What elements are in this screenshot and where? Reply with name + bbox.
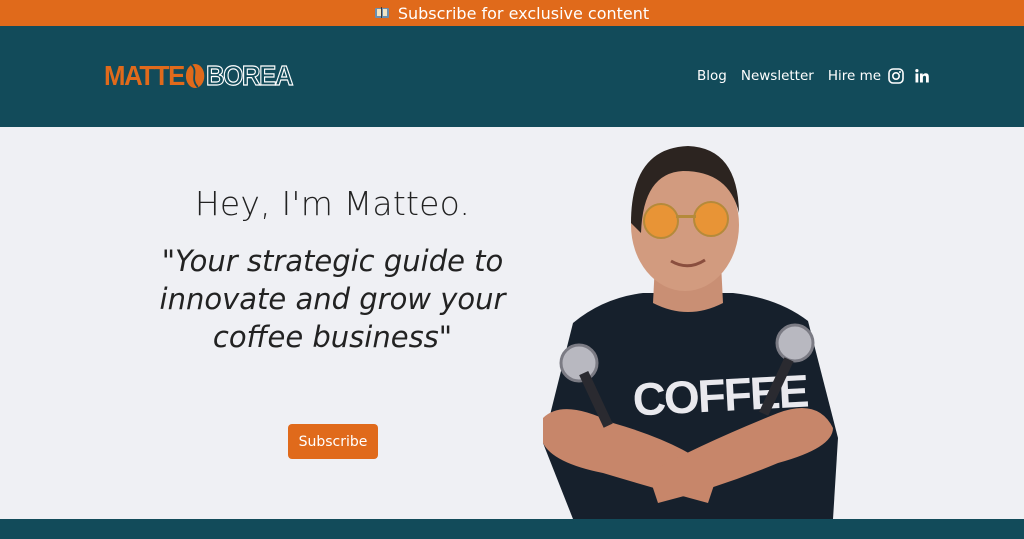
hero-text: Hey, I'm Matteo. "Your strategic guide t… [150, 180, 515, 356]
announcement-text: Subscribe for exclusive content [397, 3, 650, 23]
instagram-icon[interactable] [888, 68, 904, 84]
announcement-bar[interactable]: Subscribe for exclusive content [0, 0, 1024, 26]
hero-quote: "Your strategic guide to innovate and gr… [159, 244, 506, 354]
book-emoji-icon [374, 6, 389, 20]
nav-newsletter[interactable]: Newsletter [741, 67, 814, 85]
linkedin-icon[interactable] [914, 68, 930, 84]
hero-greeting: Hey, I'm Matteo. [194, 184, 471, 223]
coffee-bean-icon [185, 64, 205, 88]
subscribe-button[interactable]: Subscribe [288, 424, 378, 459]
logo-last: BOREA [205, 59, 294, 91]
hero-photo: COFFEE [543, 146, 838, 519]
nav-blog[interactable]: Blog [697, 67, 727, 85]
nav-hire-me[interactable]: Hire me [828, 67, 881, 85]
social-links [888, 68, 930, 84]
site-logo[interactable]: MATTE BOREA [104, 59, 294, 91]
main-nav: Blog Newsletter Hire me [697, 67, 895, 85]
site-header: MATTE BOREA Blog Newsletter Hire me [0, 26, 1024, 127]
logo-first: MATTE [104, 60, 185, 91]
footer-bar [0, 519, 1024, 539]
